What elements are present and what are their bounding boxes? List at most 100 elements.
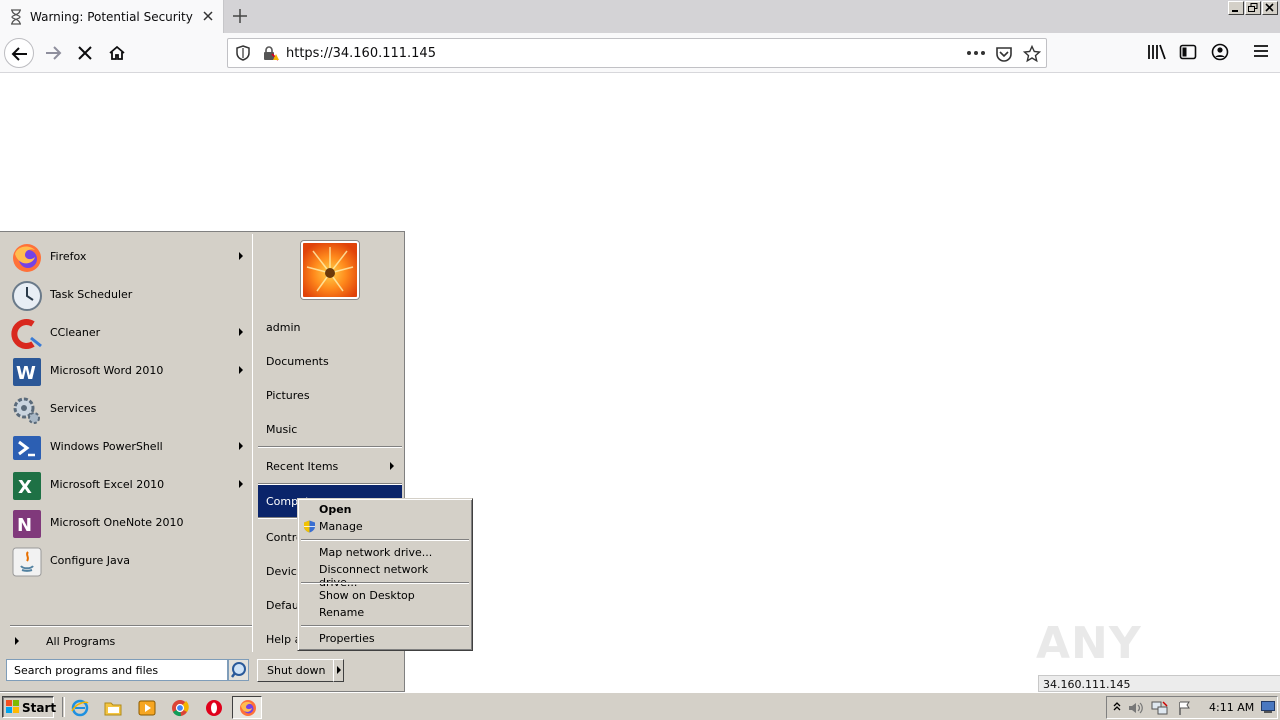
menu-item-map-network-drive[interactable]: Map network drive... bbox=[300, 544, 470, 561]
network-icon[interactable] bbox=[1151, 700, 1169, 716]
program-word[interactable]: W Microsoft Word 2010 bbox=[2, 352, 253, 388]
forward-button[interactable] bbox=[38, 38, 68, 68]
shutdown-options-button[interactable] bbox=[333, 659, 344, 682]
program-ccleaner[interactable]: CCleaner bbox=[2, 314, 253, 350]
back-button[interactable] bbox=[4, 38, 34, 68]
menu-item-properties[interactable]: Properties bbox=[300, 630, 470, 647]
more-actions-icon[interactable] bbox=[966, 50, 986, 56]
search-input[interactable] bbox=[9, 662, 224, 678]
media-player-icon[interactable] bbox=[138, 699, 156, 717]
chevron-right-icon bbox=[337, 666, 341, 674]
volume-icon[interactable] bbox=[1127, 700, 1145, 716]
home-icon bbox=[109, 45, 125, 60]
close-window-button[interactable] bbox=[1262, 1, 1278, 15]
restore-button[interactable] bbox=[1245, 1, 1261, 15]
place-label: Documents bbox=[266, 355, 329, 368]
all-programs-label: All Programs bbox=[46, 635, 116, 648]
place-recent-items[interactable]: Recent Items bbox=[258, 450, 402, 482]
program-powershell[interactable]: Windows PowerShell bbox=[2, 428, 253, 464]
separator bbox=[301, 539, 469, 541]
start-button[interactable]: Start bbox=[2, 696, 57, 718]
taskbar-firefox-button[interactable] bbox=[232, 696, 262, 719]
status-url-tooltip: 34.160.111.145 bbox=[1038, 675, 1280, 692]
place-pictures[interactable]: Pictures bbox=[258, 379, 402, 411]
restore-icon bbox=[1248, 3, 1258, 12]
svg-text:N: N bbox=[17, 515, 32, 536]
library-icon[interactable] bbox=[1147, 43, 1167, 61]
flower-avatar-icon bbox=[303, 243, 357, 297]
firefox-icon bbox=[13, 244, 41, 272]
stop-button[interactable] bbox=[70, 38, 100, 68]
pinned-programs-list: Firefox Task Scheduler CCleaner W Micros… bbox=[2, 234, 253, 652]
show-desktop-icon[interactable] bbox=[1261, 701, 1275, 713]
menu-item-disconnect-network-drive[interactable]: Disconnect network drive... bbox=[300, 561, 470, 589]
minimize-button[interactable] bbox=[1228, 1, 1244, 15]
menu-item-rename[interactable]: Rename bbox=[300, 604, 470, 621]
place-user-folder[interactable]: admin bbox=[258, 311, 402, 343]
menu-item-label: Open bbox=[319, 503, 352, 516]
tab-active[interactable]: Warning: Potential Security Risk Ahead bbox=[0, 0, 224, 33]
menu-item-manage[interactable]: Manage bbox=[300, 518, 470, 535]
place-music[interactable]: Music bbox=[258, 413, 402, 445]
url-bar[interactable]: https://34.160.111.145 bbox=[227, 38, 1047, 68]
close-icon bbox=[1265, 3, 1274, 12]
program-label: Firefox bbox=[50, 250, 87, 263]
firefox-icon bbox=[240, 700, 256, 716]
onenote-icon: N bbox=[13, 510, 41, 538]
program-label: Microsoft OneNote 2010 bbox=[50, 516, 184, 529]
bookmark-star-icon[interactable] bbox=[1023, 45, 1041, 63]
place-label: Pictures bbox=[266, 389, 310, 402]
program-onenote[interactable]: N Microsoft OneNote 2010 bbox=[2, 504, 253, 540]
menu-item-label: Map network drive... bbox=[319, 546, 433, 559]
program-services[interactable]: Services bbox=[2, 390, 253, 426]
all-programs-button[interactable]: All Programs bbox=[4, 632, 254, 654]
powershell-icon bbox=[13, 436, 41, 460]
user-avatar[interactable] bbox=[301, 241, 359, 299]
java-icon bbox=[12, 547, 42, 577]
program-label: Windows PowerShell bbox=[50, 440, 163, 453]
hamburger-menu-icon[interactable] bbox=[1253, 43, 1269, 59]
close-tab-icon[interactable] bbox=[201, 9, 215, 23]
submenu-arrow-icon bbox=[239, 480, 243, 488]
menu-item-label: Rename bbox=[319, 606, 365, 619]
task-scheduler-icon bbox=[12, 281, 42, 311]
program-configure-java[interactable]: Configure Java bbox=[2, 542, 253, 578]
tab-bar: Warning: Potential Security Risk Ahead bbox=[0, 0, 1280, 33]
program-excel[interactable]: X Microsoft Excel 2010 bbox=[2, 466, 253, 502]
shutdown-button[interactable]: Shut down bbox=[257, 659, 334, 682]
place-label: Music bbox=[266, 423, 298, 436]
submenu-arrow-icon bbox=[239, 366, 243, 374]
minimize-icon bbox=[1232, 10, 1238, 12]
start-label: Start bbox=[22, 701, 57, 715]
menu-item-label: Manage bbox=[319, 520, 363, 533]
separator bbox=[258, 446, 402, 448]
account-icon[interactable] bbox=[1211, 43, 1229, 61]
menu-item-open[interactable]: Open bbox=[300, 501, 470, 518]
shield-icon[interactable] bbox=[235, 45, 251, 61]
insecure-lock-icon[interactable] bbox=[262, 45, 280, 63]
program-label: Microsoft Word 2010 bbox=[50, 364, 164, 377]
menu-item-show-on-desktop[interactable]: Show on Desktop bbox=[300, 587, 470, 604]
submenu-arrow-icon bbox=[239, 328, 243, 336]
opera-icon[interactable] bbox=[205, 699, 223, 717]
place-documents[interactable]: Documents bbox=[258, 345, 402, 377]
program-task-scheduler[interactable]: Task Scheduler bbox=[2, 276, 253, 312]
search-box[interactable] bbox=[6, 659, 228, 681]
internet-explorer-icon[interactable] bbox=[71, 699, 89, 717]
chrome-icon[interactable] bbox=[171, 699, 189, 717]
home-button[interactable] bbox=[102, 38, 132, 68]
url-text: https://34.160.111.145 bbox=[286, 46, 436, 61]
show-hidden-icons-icon[interactable] bbox=[1112, 700, 1122, 714]
sidebar-icon[interactable] bbox=[1179, 43, 1197, 61]
program-firefox[interactable]: Firefox bbox=[2, 238, 253, 274]
folder-icon[interactable] bbox=[104, 699, 122, 717]
clock[interactable]: 4:11 AM bbox=[1209, 701, 1254, 714]
program-label: Configure Java bbox=[50, 554, 131, 567]
separator bbox=[301, 582, 469, 584]
new-tab-icon[interactable] bbox=[231, 7, 249, 25]
hourglass-icon bbox=[11, 9, 21, 25]
navigation-toolbar: https://34.160.111.145 bbox=[0, 33, 1280, 73]
search-button[interactable] bbox=[228, 659, 249, 681]
action-center-flag-icon[interactable] bbox=[1177, 700, 1193, 716]
pocket-icon[interactable] bbox=[995, 45, 1013, 63]
